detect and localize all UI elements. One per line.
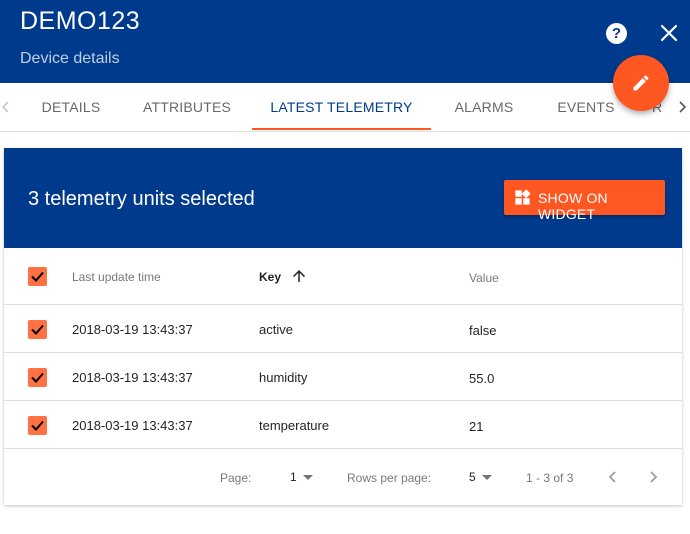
tab-attributes[interactable]: ATTRIBUTES — [135, 83, 239, 131]
table-row[interactable]: 2018-03-19 13:43:37 active false — [4, 305, 682, 353]
page-select[interactable]: 1 — [290, 470, 297, 484]
check-icon — [31, 420, 44, 431]
cell-time: 2018-03-19 13:43:37 — [72, 370, 193, 385]
cell-value: 55.0 — [469, 371, 495, 386]
tab-details[interactable]: DETAILS — [30, 83, 112, 131]
cell-value: false — [469, 323, 497, 338]
chevron-right-icon — [650, 471, 658, 483]
chevron-left-icon[interactable] — [0, 99, 12, 115]
show-on-widget-button[interactable]: SHOW ON WIDGET — [504, 180, 665, 222]
cell-key: temperature — [259, 418, 330, 433]
row-checkbox[interactable] — [28, 320, 47, 339]
selection-count: 3 telemetry units selected — [28, 188, 255, 210]
edit-icon — [633, 75, 649, 91]
select-all-checkbox[interactable] — [28, 267, 47, 286]
previous-page-button[interactable] — [603, 467, 623, 487]
cell-key: humidity — [259, 370, 308, 385]
dropdown-caret-icon[interactable] — [482, 475, 492, 480]
help-icon[interactable]: ? — [606, 23, 627, 44]
table-header-row: Last update time Key Value — [4, 248, 682, 305]
rows-per-page-select[interactable]: 5 — [469, 470, 476, 484]
row-checkbox[interactable] — [28, 368, 47, 387]
tab-bar: DETAILS ATTRIBUTES LATEST TELEMETRY ALAR… — [0, 83, 690, 132]
page-range: 1 - 3 of 3 — [526, 471, 574, 485]
pagination-bar: Page: 1 Rows per page: 5 1 - 3 of 3 — [4, 449, 682, 505]
rows-per-page-label: Rows per page: — [347, 471, 432, 485]
check-icon — [31, 271, 44, 282]
tab-alarms[interactable]: ALARMS — [445, 83, 523, 131]
column-header-key[interactable]: Key — [259, 270, 281, 284]
check-icon — [31, 372, 44, 383]
tab-latest-telemetry[interactable]: LATEST TELEMETRY — [252, 83, 431, 131]
next-page-button[interactable] — [643, 467, 663, 487]
dialog-header: DEMO123 Device details ? — [0, 0, 690, 83]
device-title: DEMO123 — [20, 7, 141, 35]
arrow-up-icon[interactable] — [290, 267, 308, 285]
close-icon[interactable] — [658, 22, 680, 44]
show-on-widget-label: SHOW ON WIDGET — [538, 190, 608, 222]
widgets-icon — [515, 189, 531, 205]
page-label: Page: — [220, 471, 252, 485]
tab-ink-bar — [252, 128, 431, 130]
telemetry-card: 3 telemetry units selected SHOW ON WIDGE… — [4, 148, 682, 505]
cell-time: 2018-03-19 13:43:37 — [72, 322, 193, 337]
selection-toolbar: 3 telemetry units selected SHOW ON WIDGE… — [4, 148, 682, 248]
check-icon — [31, 324, 44, 335]
edit-button[interactable] — [613, 55, 669, 111]
column-header-value[interactable]: Value — [469, 271, 499, 285]
cell-time: 2018-03-19 13:43:37 — [72, 418, 193, 433]
device-subtitle: Device details — [20, 50, 120, 67]
chevron-right-icon[interactable] — [676, 99, 688, 115]
row-checkbox[interactable] — [28, 416, 47, 435]
table-row[interactable]: 2018-03-19 13:43:37 humidity 55.0 — [4, 353, 682, 401]
cell-key: active — [259, 322, 293, 337]
chevron-left-icon — [608, 471, 616, 483]
table-row[interactable]: 2018-03-19 13:43:37 temperature 21 — [4, 401, 682, 449]
dropdown-caret-icon[interactable] — [303, 475, 313, 480]
cell-value: 21 — [469, 419, 484, 434]
column-header-time[interactable]: Last update time — [72, 270, 161, 284]
tab-events[interactable]: EVENTS — [548, 83, 624, 131]
